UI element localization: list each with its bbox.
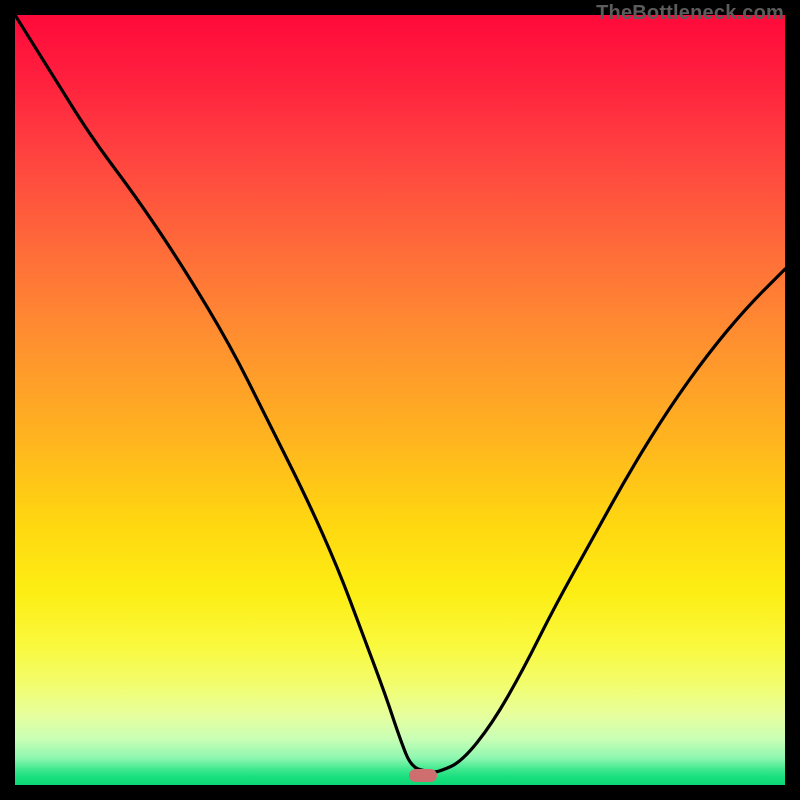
chart-frame: TheBottleneck.com bbox=[0, 0, 800, 800]
attribution-text: TheBottleneck.com bbox=[596, 2, 784, 25]
bottleneck-curve bbox=[15, 15, 785, 772]
plot-area bbox=[15, 15, 785, 785]
curve-svg bbox=[15, 15, 785, 785]
optimal-point-marker bbox=[409, 769, 437, 782]
